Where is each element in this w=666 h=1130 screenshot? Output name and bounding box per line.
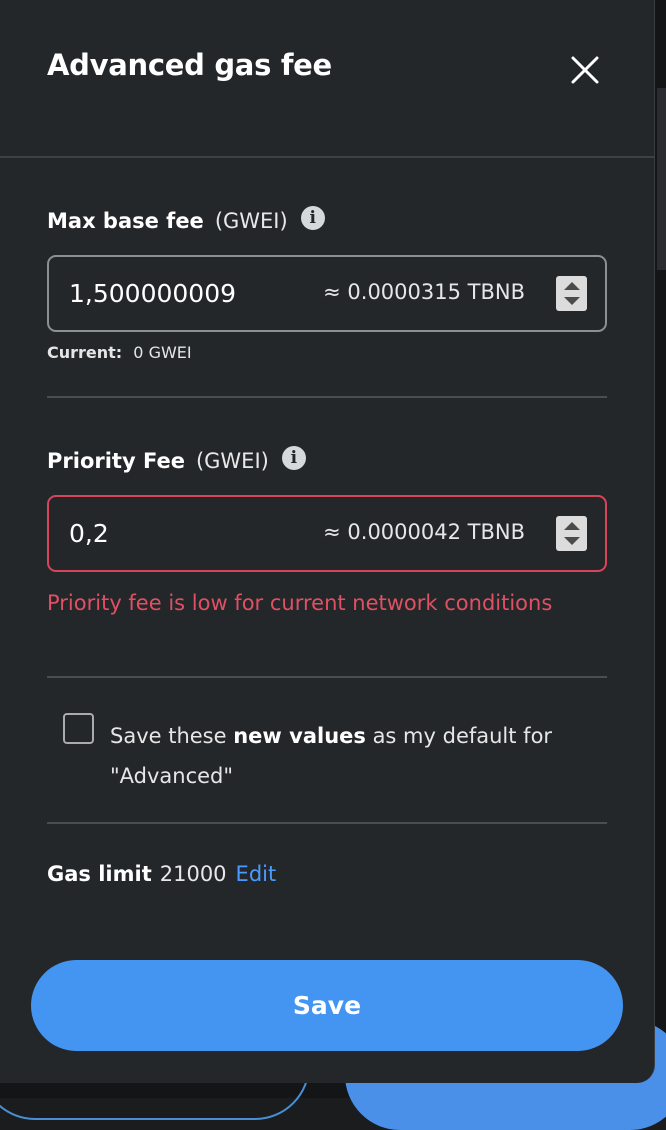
info-icon[interactable]: i: [300, 206, 325, 230]
priority-fee-stepper[interactable]: [556, 516, 587, 551]
priority-fee-conversion: ≈ 0.0000042 TBNB: [323, 520, 525, 544]
save-default-label[interactable]: Save these new values as my default for …: [110, 716, 590, 796]
priority-fee-field: ≈ 0.0000042 TBNB: [47, 495, 607, 572]
priority-fee-label-row: Priority Fee (GWEI) i: [47, 446, 306, 473]
close-button[interactable]: [565, 50, 605, 90]
priority-fee-unit: (GWEI): [195, 449, 269, 473]
divider: [47, 822, 607, 824]
gas-limit-label: Gas limit: [47, 862, 152, 886]
priority-fee-error: Priority fee is low for current network …: [47, 591, 553, 615]
save-button[interactable]: Save: [31, 960, 623, 1051]
priority-fee-input[interactable]: [69, 519, 289, 548]
max-base-fee-field: ≈ 0.0000315 TBNB: [47, 255, 607, 332]
current-label: Current:: [47, 343, 123, 362]
advanced-gas-fee-modal: Advanced gas fee Max base fee (GWEI) i ≈…: [0, 0, 655, 1083]
save-default-text-prefix: Save these: [110, 724, 234, 748]
divider: [47, 396, 607, 398]
max-base-fee-label-row: Max base fee (GWEI) i: [47, 206, 325, 233]
gas-limit-row: Gas limit 21000 Edit: [47, 862, 276, 886]
save-default-checkbox[interactable]: [63, 713, 94, 744]
gas-limit-value: 21000: [159, 862, 227, 886]
chevron-up-icon[interactable]: [563, 282, 580, 291]
max-base-fee-conversion: ≈ 0.0000315 TBNB: [323, 280, 525, 304]
gas-limit-edit-link[interactable]: Edit: [236, 862, 277, 886]
modal-title: Advanced gas fee: [47, 48, 332, 82]
chevron-down-icon[interactable]: [563, 536, 580, 545]
current-base-fee: Current: 0 GWEI: [47, 343, 192, 362]
max-base-fee-unit: (GWEI): [214, 209, 288, 233]
max-base-fee-input[interactable]: [69, 279, 289, 308]
chevron-up-icon[interactable]: [563, 522, 580, 531]
modal-header: Advanced gas fee: [0, 0, 655, 158]
info-icon[interactable]: i: [281, 446, 306, 470]
background-scroll-edge: [657, 88, 666, 270]
divider: [47, 676, 607, 678]
max-base-fee-stepper[interactable]: [556, 276, 587, 311]
max-base-fee-label: Max base fee: [47, 209, 204, 233]
priority-fee-label: Priority Fee: [47, 449, 185, 473]
current-value: 0 GWEI: [133, 343, 192, 362]
save-default-text-bold: new values: [233, 724, 366, 748]
close-icon: [571, 56, 599, 84]
chevron-down-icon[interactable]: [563, 296, 580, 305]
